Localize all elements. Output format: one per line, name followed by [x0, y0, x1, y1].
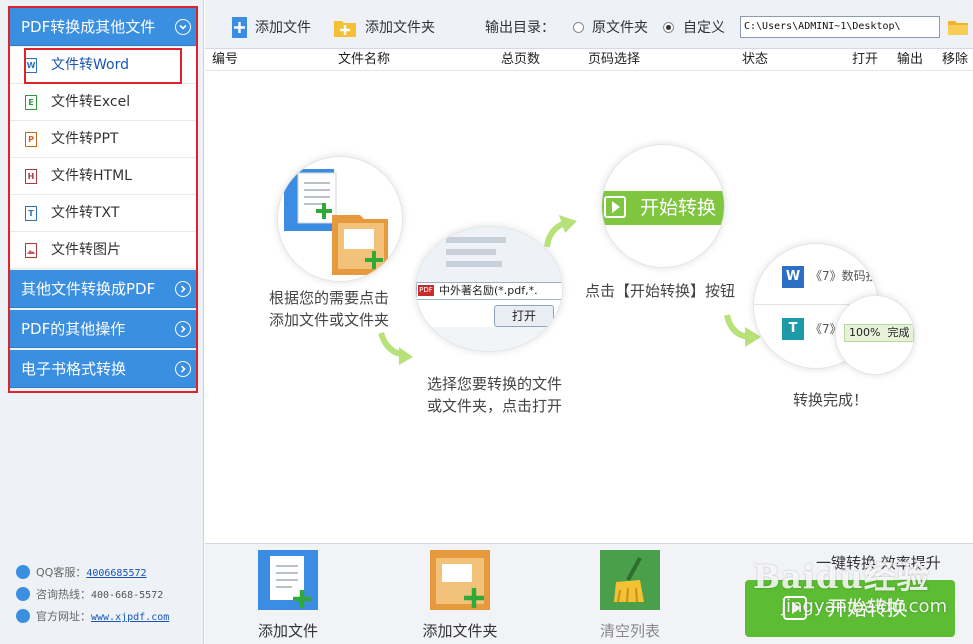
contact-website: 官方网址：www.xjpdf.com: [16, 609, 169, 625]
usage-guide: 根据您的需要点击 添加文件或文件夹 中外著名励(*.pdf,*. PDF 打开 …: [205, 71, 973, 543]
html-file-icon: H: [25, 169, 37, 184]
image-file-icon: [25, 243, 37, 258]
category-ebook-convert[interactable]: 电子书格式转换: [8, 350, 198, 388]
category-label: PDF转换成其他文件: [21, 18, 156, 36]
step3-text: 点击【开始转换】按钮: [585, 282, 736, 300]
add-folder-button[interactable]: 添加文件夹: [333, 16, 443, 40]
progress-bar: 100% 完成: [844, 324, 914, 342]
bottom-add-folder-button[interactable]: 添加文件夹: [415, 550, 505, 642]
sidebar-item-txt[interactable]: T 文件转TXT: [10, 195, 196, 232]
sidebar-item-label: 文件转Excel: [51, 94, 131, 110]
step1-illustration: [277, 156, 403, 282]
play-icon: [783, 596, 807, 620]
column-header-filename: 文件名称: [338, 52, 391, 67]
bottom-bar: 添加文件 添加文件夹 清空列表 一键转换 效率提升 开始转换 Baidu经验 j…: [205, 543, 973, 644]
column-header-remove: 移除: [942, 52, 969, 67]
output-path-input[interactable]: C:\Users\ADMINI~1\Desktop\: [740, 16, 940, 38]
radio-custom-label: 自定义: [683, 20, 725, 36]
play-icon: [604, 196, 626, 218]
contact-qq: QQ客服：4006685572: [16, 565, 147, 581]
step4-text: 转换完成！: [793, 391, 869, 409]
sidebar-item-word[interactable]: W 文件转Word: [10, 47, 196, 84]
browse-folder-button[interactable]: [947, 17, 969, 37]
sidebar-item-html[interactable]: H 文件转HTML: [10, 158, 196, 195]
add-files-icon: [284, 169, 388, 275]
chevron-right-icon: [175, 321, 191, 337]
step2-text-line1: 选择您要转换的文件: [427, 375, 563, 393]
sidebar-item-label: 文件转HTML: [51, 168, 132, 184]
radio-custom[interactable]: [663, 22, 674, 33]
word-file-icon: W: [25, 58, 37, 73]
radio-original-folder[interactable]: [573, 22, 584, 33]
column-header-pages: 总页数: [501, 52, 541, 67]
word-doc-icon: W: [782, 266, 804, 288]
txt-doc-icon: T: [782, 318, 804, 340]
chevron-down-icon: [175, 19, 191, 35]
radio-original-label: 原文件夹: [592, 20, 648, 36]
column-header-open: 打开: [852, 52, 879, 67]
column-header-output: 输出: [897, 52, 924, 67]
sidebar-item-label: 文件转TXT: [51, 205, 120, 221]
chevron-right-icon: [175, 281, 191, 297]
sidebar-item-excel[interactable]: E 文件转Excel: [10, 84, 196, 121]
chevron-right-icon: [175, 361, 191, 377]
website-link[interactable]: www.xjpdf.com: [91, 612, 169, 623]
output-dir-label: 输出目录：: [485, 20, 555, 36]
category-label: 其他文件转换成PDF: [21, 280, 156, 298]
sidebar-item-label: 文件转Word: [51, 57, 129, 73]
sidebar-item-label: 文件转图片: [51, 242, 121, 258]
add-file-icon: [232, 17, 247, 38]
bottom-clear-list-button[interactable]: 清空列表: [585, 550, 675, 642]
bottom-add-file-button[interactable]: 添加文件: [243, 550, 333, 642]
browser-icon: [16, 609, 30, 623]
add-file-icon: [258, 550, 318, 610]
contact-hotline: 咨询热线：400-668-5572: [16, 587, 163, 603]
slogan-text: 一键转换 效率提升: [816, 554, 941, 572]
txt-file-icon: T: [25, 206, 37, 221]
step1-text-line1: 根据您的需要点击: [269, 289, 390, 307]
category-label: 电子书格式转换: [21, 360, 127, 378]
category-other-to-pdf[interactable]: 其他文件转换成PDF: [8, 270, 198, 308]
progress-circle: 100% 完成: [835, 295, 915, 375]
folder-icon: [948, 21, 968, 35]
arrow-icon: [544, 215, 577, 248]
category-label: PDF的其他操作: [21, 320, 126, 338]
sidebar-item-image[interactable]: 文件转图片: [10, 232, 196, 269]
category-pdf-other-ops[interactable]: PDF的其他操作: [8, 310, 198, 348]
ppt-file-icon: P: [25, 132, 37, 147]
step3-illustration: 开始转换: [601, 144, 725, 268]
file-name-field: 中外著名励(*.pdf,*.: [416, 282, 562, 300]
start-convert-button-preview: 开始转换: [602, 191, 724, 225]
arrow-icon: [378, 332, 413, 365]
add-folder-icon: [334, 21, 356, 37]
pdf-icon: PDF: [418, 285, 434, 296]
column-header-index: 编号: [212, 52, 239, 67]
qq-icon: [16, 565, 30, 579]
excel-file-icon: E: [25, 95, 37, 110]
qq-link[interactable]: 4006685572: [86, 568, 146, 579]
column-header-status: 状态: [742, 52, 769, 67]
dialog-open-button: 打开: [494, 305, 554, 327]
sidebar: PDF转换成其他文件 W 文件转Word E 文件转Excel P 文件转PPT…: [0, 0, 204, 644]
add-file-button[interactable]: 添加文件: [230, 16, 340, 40]
file-table-header: 编号 文件名称 总页数 页码选择 状态 打开 输出 移除: [205, 49, 973, 71]
sidebar-item-label: 文件转PPT: [51, 131, 119, 147]
step1-text-line2: 添加文件或文件夹: [269, 311, 390, 329]
sidebar-item-ppt[interactable]: P 文件转PPT: [10, 121, 196, 158]
add-folder-icon: [430, 550, 490, 610]
column-header-page-select: 页码选择: [588, 52, 641, 67]
broom-icon: [600, 550, 660, 610]
start-convert-button[interactable]: 开始转换: [745, 580, 955, 637]
category-pdf-to-other[interactable]: PDF转换成其他文件: [8, 8, 198, 46]
headset-icon: [16, 587, 30, 601]
step2-text-line2: 或文件夹，点击打开: [427, 397, 563, 415]
